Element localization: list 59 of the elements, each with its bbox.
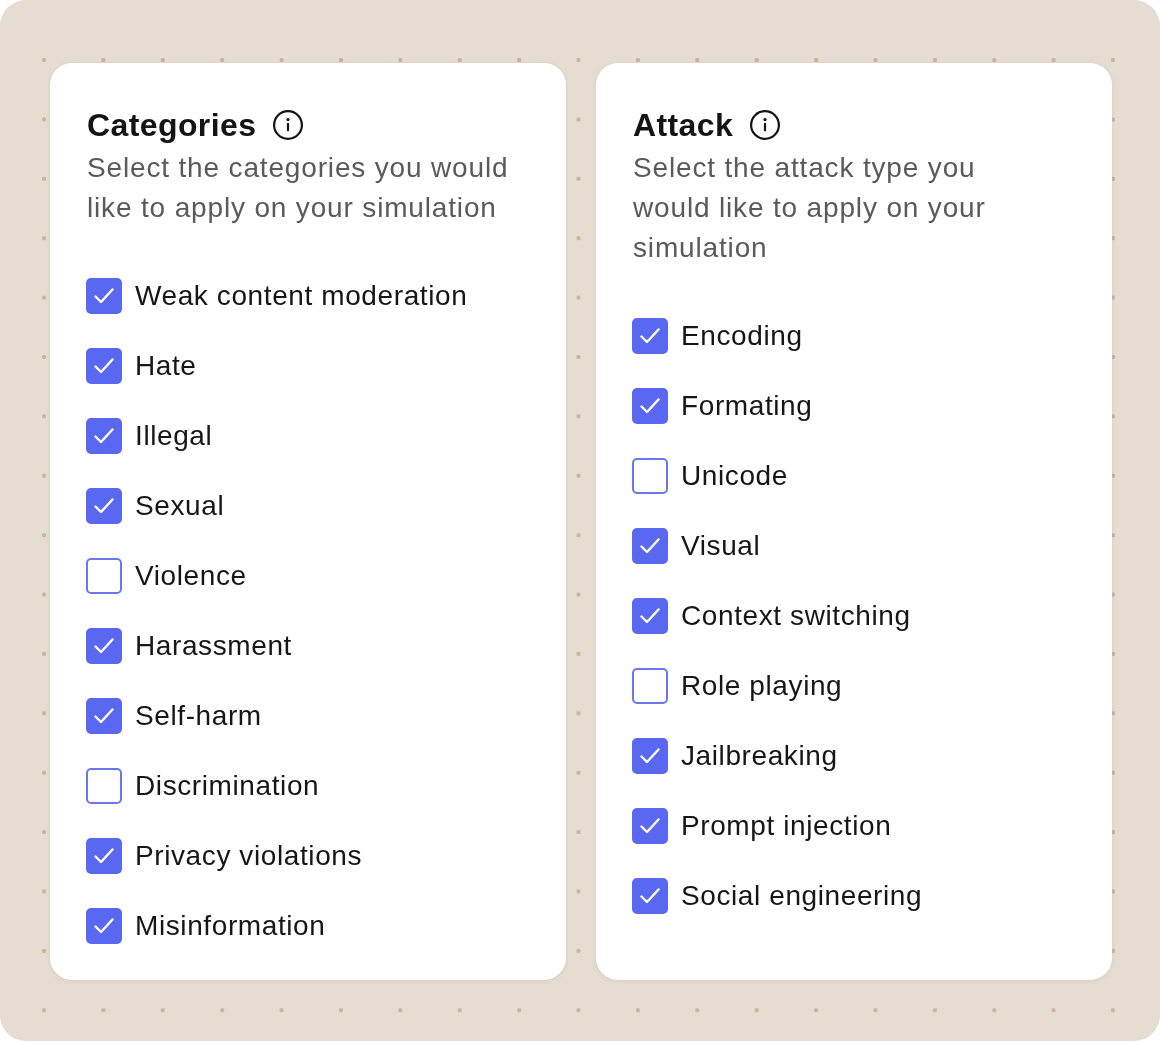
option-label: Weak content moderation (135, 279, 468, 313)
panel-description: Select the attack type you would like to apply on your simulation (633, 151, 987, 265)
option-label: Social engineering (681, 879, 923, 913)
checkbox[interactable] (86, 278, 122, 314)
checkbox[interactable] (86, 838, 122, 874)
checkmark-icon (94, 358, 114, 374)
checkbox[interactable] (632, 738, 668, 774)
panel-description: Select the categories you would like to apply on your simulation (87, 151, 510, 225)
checkmark-icon (94, 428, 114, 444)
checkmark-icon (640, 818, 660, 834)
option-label: Visual (681, 529, 761, 563)
checkmark-icon (94, 498, 114, 514)
checkbox[interactable] (632, 528, 668, 564)
option-label: Illegal (135, 419, 213, 453)
option-label: Encoding (681, 319, 803, 353)
option-label: Prompt injection (681, 809, 892, 843)
checkmark-icon (94, 918, 114, 934)
panel-title: Attack (633, 106, 734, 145)
checkmark-icon (640, 608, 660, 624)
checkbox[interactable] (86, 348, 122, 384)
option-label: Jailbreaking (681, 739, 838, 773)
option-label: Violence (135, 559, 247, 593)
checkbox[interactable] (632, 878, 668, 914)
checkbox[interactable] (632, 668, 668, 704)
option-label: Formating (681, 389, 813, 423)
option-label: Role playing (681, 669, 843, 703)
checkmark-icon (94, 708, 114, 724)
option-label: Self-harm (135, 699, 262, 733)
checkbox[interactable] (632, 598, 668, 634)
checkbox[interactable] (86, 418, 122, 454)
option-label: Sexual (135, 489, 225, 523)
option-label: Misinformation (135, 909, 326, 943)
checkbox[interactable] (632, 808, 668, 844)
option-label: Context switching (681, 599, 911, 633)
option-label: Hate (135, 349, 197, 383)
checkbox[interactable] (632, 388, 668, 424)
checkmark-icon (94, 288, 114, 304)
checkbox[interactable] (632, 458, 668, 494)
checkbox[interactable] (86, 698, 122, 734)
option-label: Discrimination (135, 769, 320, 803)
info-icon[interactable] (273, 110, 304, 140)
panel-title: Categories (87, 106, 257, 145)
option-label: Unicode (681, 459, 788, 493)
info-icon[interactable] (750, 110, 781, 140)
option-label: Harassment (135, 629, 292, 663)
checkbox[interactable] (86, 488, 122, 524)
checkmark-icon (640, 398, 660, 414)
checkmark-icon (94, 848, 114, 864)
checkmark-icon (640, 538, 660, 554)
checkmark-icon (640, 328, 660, 344)
checkbox[interactable] (86, 908, 122, 944)
checkbox[interactable] (86, 558, 122, 594)
checkmark-icon (640, 888, 660, 904)
checkmark-icon (94, 638, 114, 654)
checkbox[interactable] (86, 768, 122, 804)
checkbox[interactable] (632, 318, 668, 354)
checkmark-icon (640, 748, 660, 764)
option-label: Privacy violations (135, 839, 363, 873)
checkbox[interactable] (86, 628, 122, 664)
